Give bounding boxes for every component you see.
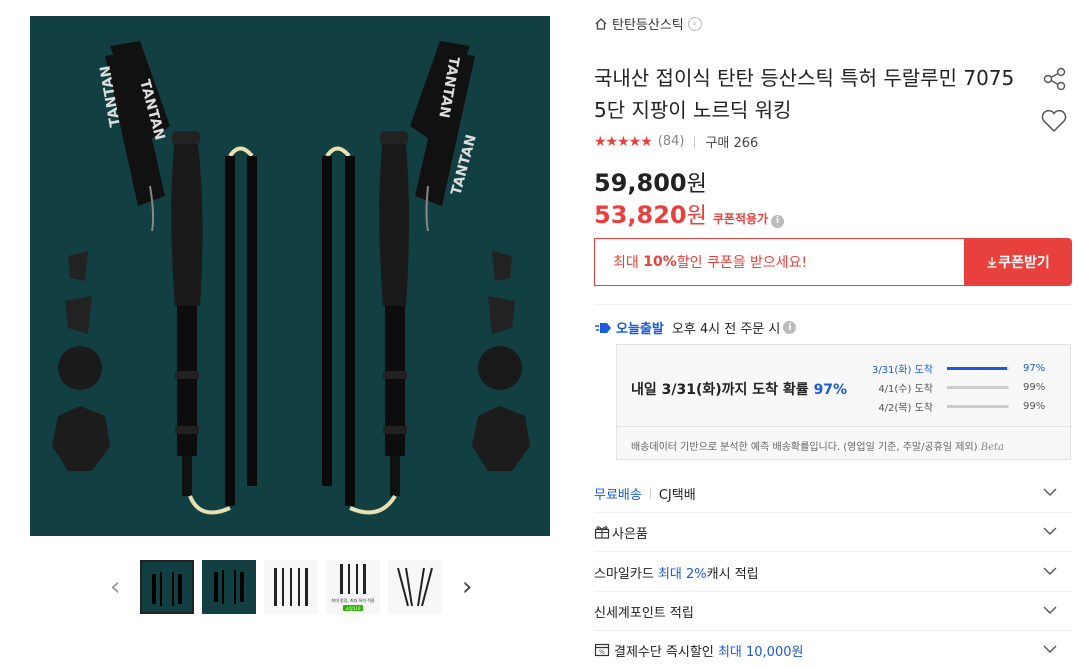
today-shipping-desc: 오후 4시 전 주문 시 [671, 322, 781, 337]
delivery-row-label: 3/31(화) 도착 [871, 365, 933, 376]
delivery-note-text: 배송데이터 기반으로 분석한 예측 배송확률입니다. (영업일 기준, 주말/공… [631, 442, 978, 453]
smilecard-prefix: 스마일카드 [594, 566, 654, 582]
thumbnail-caption: 최대 평점, 최대 특허 적용 [331, 597, 374, 603]
coupon-banner: 최대 10% 할인 쿠폰을 받으세요! [594, 238, 964, 286]
wishlist-heart-icon[interactable] [1040, 108, 1068, 134]
probability-bar [947, 386, 1009, 389]
thumbnail-poles-graphic: 최대 평점, 최대 특허 적용 쇼핑119 [331, 564, 375, 611]
today-shipping-row: 오늘출발 오후 4시 전 주문 시 i [594, 318, 797, 337]
purchase-count: 구매 266 [705, 136, 759, 151]
probability-bar [947, 405, 1009, 408]
divider [649, 487, 651, 499]
svg-text:%: % [599, 649, 605, 656]
info-icon[interactable]: i [783, 321, 797, 334]
beta-label: Beta [980, 442, 1004, 453]
brand-link[interactable]: 탄탄등산스틱 › [594, 14, 702, 33]
sale-price-value: 53,820 [594, 201, 687, 229]
get-coupon-label: 쿠폰받기 [998, 255, 1050, 271]
probability-bar-fill [947, 405, 1009, 408]
delivery-probability-list: 3/31(화) 도착 97% 4/1(수) 도착 99% 4/2(목) 도착 9… [837, 359, 1067, 416]
download-arrow-icon [987, 257, 997, 268]
chevron-down-icon [1043, 567, 1057, 575]
delivery-row-pct: 99% [1023, 382, 1046, 393]
probability-bar-fill [947, 386, 1009, 389]
free-shipping-label: 무료배송 [594, 487, 642, 503]
payment-prefix: 결제수단 즉시할인 [614, 644, 714, 660]
today-shipping-label: 오늘출발 [616, 322, 664, 337]
accordion-shipping[interactable]: 무료배송 CJ택배 [594, 474, 1072, 513]
brand-name: 탄탄등산스틱 [612, 18, 684, 33]
thumbnail-poles-graphic [274, 568, 308, 606]
delivery-headline-text: 내일 3/31(화)까지 도착 확률 [631, 382, 814, 398]
rating-stars: ★★★★★ [594, 133, 653, 150]
divider [594, 304, 1072, 305]
thumbnail-poles-graphic [152, 572, 182, 606]
accordion-smilecard[interactable]: 스마일카드 최대 2% 캐시 적립 [594, 553, 1072, 592]
delivery-probability-box: 내일 3/31(화)까지 도착 확률 97% 3/31(화) 도착 97% 4/… [616, 344, 1071, 460]
rating-row: ★★★★★ (84) 구매 266 [594, 132, 759, 152]
thumbnail-5[interactable] [388, 560, 442, 614]
divider [694, 135, 696, 148]
trekking-poles-illustration: TANTAN TANTAN TANTAN TANTAN [52, 41, 530, 515]
delivery-note: 배송데이터 기반으로 분석한 예측 배송확률입니다. (영업일 기준, 주말/공… [617, 426, 1070, 453]
delivery-row-label: 4/1(수) 도착 [878, 384, 933, 395]
info-icon[interactable]: i [771, 214, 785, 228]
delivery-row: 4/2(목) 도착 99% [837, 397, 1067, 416]
delivery-row-label: 4/2(목) 도착 [878, 403, 933, 414]
receipt-icon: % [594, 643, 610, 657]
gift-label: 사은품 [612, 526, 648, 542]
accordion-payment-discount[interactable]: % 결제수단 즉시할인 최대 10,000원 [594, 631, 1072, 669]
coupon-text-suffix: 할인 쿠폰을 받으세요! [676, 255, 808, 271]
chevron-down-icon [1043, 527, 1057, 535]
thumbnail-3[interactable] [264, 560, 318, 614]
thumbnail-4[interactable]: 최대 평점, 최대 특허 적용 쇼핑119 [326, 560, 380, 614]
probability-bar-fill [947, 367, 1008, 370]
coupon-percent: 10% [643, 254, 677, 270]
coupon-applied-label: 쿠폰적용가 [712, 212, 769, 226]
delivery-row-pct: 97% [1023, 363, 1046, 374]
product-info-panel: 탄탄등산스틱 › 국내산 접이식 탄탄 등산스틱 특허 두랄루민 7075 5단… [594, 0, 1074, 666]
review-count-link[interactable]: (84) [658, 134, 685, 149]
thumbnail-poles-graphic [397, 567, 433, 607]
delivery-row: 4/1(수) 도착 99% [837, 378, 1067, 397]
gift-icon [594, 526, 610, 539]
thumbnail-1[interactable] [140, 560, 194, 614]
product-main-image: TANTAN TANTAN TANTAN TANTAN [30, 16, 550, 536]
accordion-gift[interactable]: 사은품 [594, 513, 1072, 552]
currency-unit: 원 [686, 172, 707, 197]
delivery-probability-headline: 내일 3/31(화)까지 도착 확률 97% [631, 379, 847, 399]
thumbnail-2[interactable] [202, 560, 256, 614]
original-price: 59,800원 [594, 166, 707, 198]
thumb-prev-chevron-icon[interactable]: ‹ [110, 574, 120, 600]
chevron-right-icon: › [687, 16, 702, 31]
chevron-down-icon [1043, 606, 1057, 614]
probability-bar [947, 367, 1009, 370]
chevron-down-icon [1043, 645, 1057, 653]
sale-price: 53,820 원 쿠폰적용가 i [594, 198, 785, 230]
currency-unit: 원 [686, 204, 707, 229]
share-icon[interactable] [1042, 66, 1068, 92]
coupon-text-prefix: 최대 [613, 255, 639, 271]
shipping-carrier: CJ택배 [658, 487, 696, 503]
home-icon [595, 17, 607, 30]
thumbnail-strip: ‹ 최대 평점, 최대 특허 적용 쇼핑119 › [100, 560, 500, 616]
smilecard-suffix: 캐시 적립 [706, 566, 759, 582]
chevron-down-icon [1043, 488, 1057, 496]
thumbnail-poles-graphic [214, 570, 244, 604]
payment-highlight: 최대 10,000원 [717, 644, 804, 660]
smilecard-highlight: 최대 2% [657, 566, 707, 582]
delivery-row: 3/31(화) 도착 97% [837, 359, 1067, 378]
thumbnail-badge: 쇼핑119 [346, 605, 361, 611]
get-coupon-button[interactable]: 쿠폰받기 [964, 238, 1072, 286]
accordion-shinsegae-points[interactable]: 신세계포인트 적립 [594, 592, 1072, 631]
original-price-value: 59,800 [594, 169, 687, 197]
shinsegae-label: 신세계포인트 적립 [594, 605, 694, 621]
delivery-row-pct: 99% [1023, 401, 1046, 412]
thumb-next-chevron-icon[interactable]: › [462, 574, 472, 600]
product-title: 국내산 접이식 탄탄 등산스틱 특허 두랄루민 7075 5단 지팡이 노르딕 … [594, 66, 1015, 122]
fast-delivery-icon [595, 322, 611, 333]
